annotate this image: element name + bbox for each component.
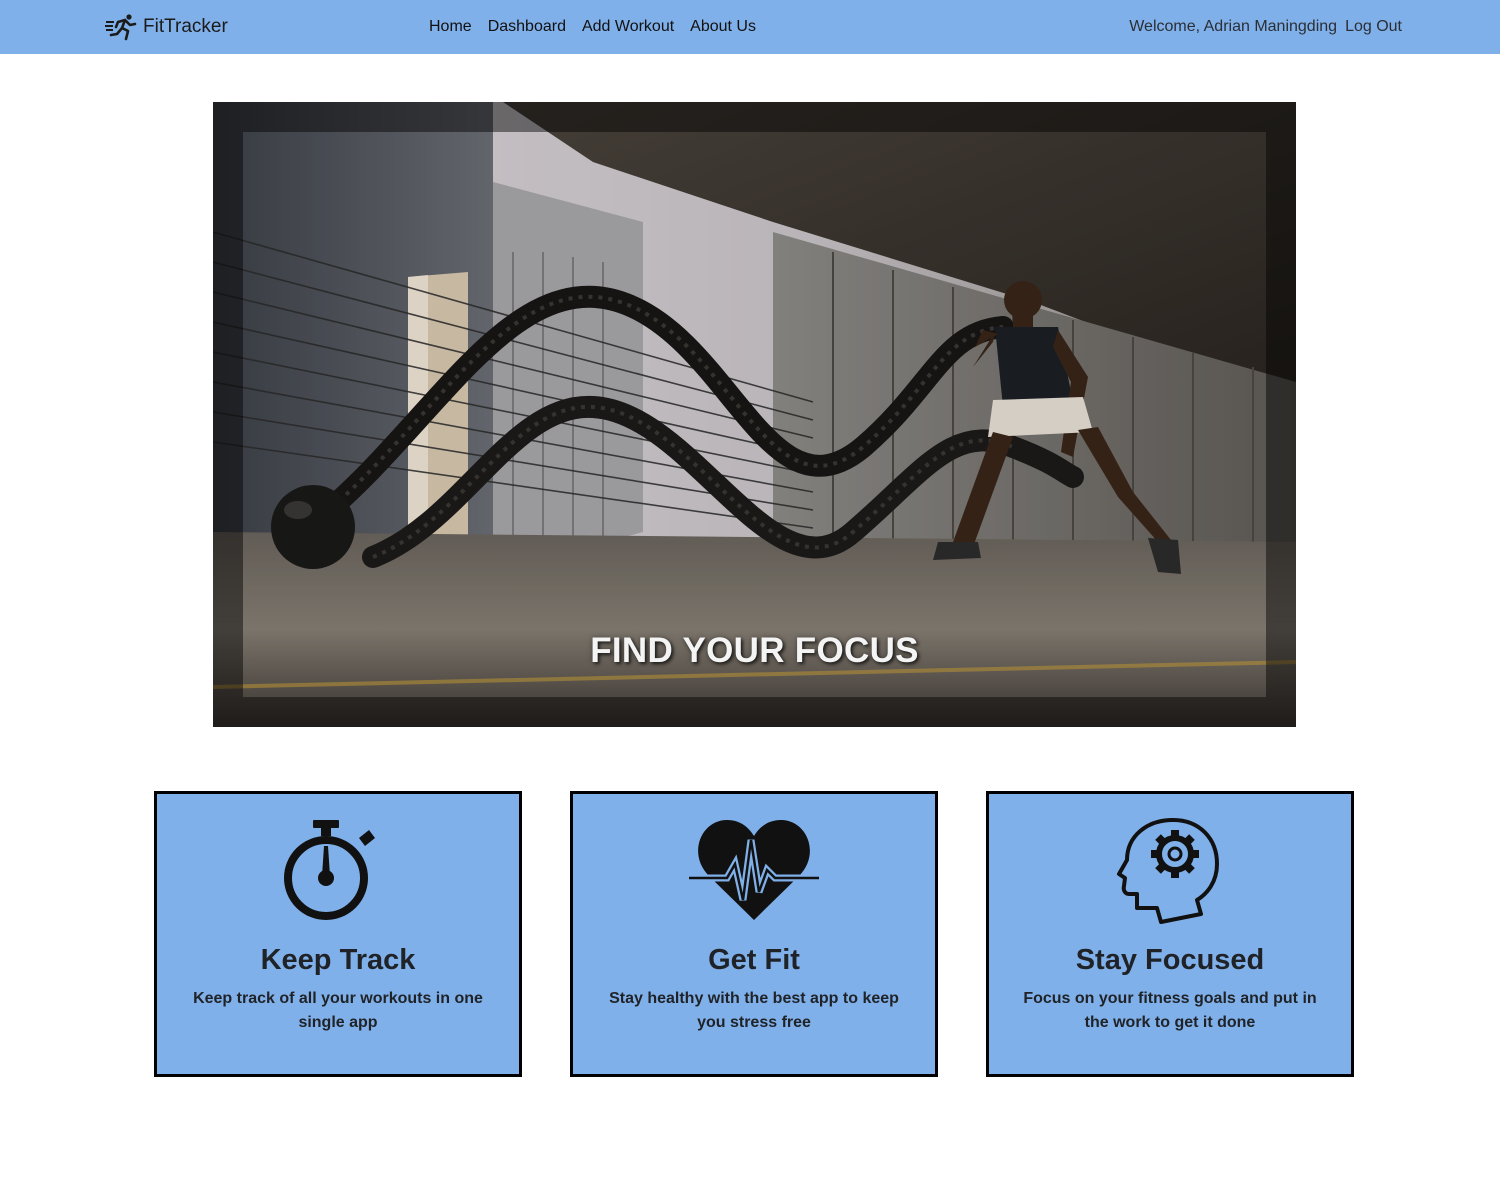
feature-text: Stay healthy with the best app to keep y… [609, 990, 899, 1031]
brand-name: FitTracker [143, 16, 228, 37]
nav-link-add-workout[interactable]: Add Workout [574, 14, 682, 40]
feature-title: Get Fit [708, 944, 800, 976]
feature-text: Keep track of all your workouts in one s… [193, 990, 483, 1031]
feature-card-keep-track: Keep Track Keep track of all your workou… [154, 791, 522, 1077]
hero-caption: FIND YOUR FOCUS [590, 631, 919, 670]
hero-banner: FIND YOUR FOCUS [213, 102, 1296, 727]
stopwatch-icon [157, 816, 519, 926]
nav-links: Home Dashboard Add Workout About Us [421, 14, 764, 40]
brand-link[interactable]: FitTracker [105, 13, 228, 41]
nav-link-dashboard[interactable]: Dashboard [480, 14, 574, 40]
feature-title: Keep Track [260, 944, 416, 976]
feature-text: Focus on your fitness goals and put in t… [1023, 990, 1317, 1031]
heartbeat-icon [573, 816, 935, 926]
nav-link-about-us[interactable]: About Us [682, 14, 764, 40]
feature-card-get-fit: Get Fit Stay healthy with the best app t… [570, 791, 938, 1077]
head-gear-icon [989, 816, 1351, 926]
feature-title: Stay Focused [1075, 944, 1265, 976]
user-area: Welcome, Adrian Maningding Log Out [1129, 14, 1410, 40]
feature-card-stay-focused: Stay Focused Focus on your fitness goals… [986, 791, 1354, 1077]
welcome-text: Welcome, Adrian Maningding [1129, 18, 1338, 35]
logout-link[interactable]: Log Out [1337, 14, 1410, 40]
runner-logo-icon [105, 13, 137, 41]
navbar: FitTracker Home Dashboard Add Workout Ab… [0, 0, 1500, 54]
nav-link-home[interactable]: Home [421, 14, 480, 40]
